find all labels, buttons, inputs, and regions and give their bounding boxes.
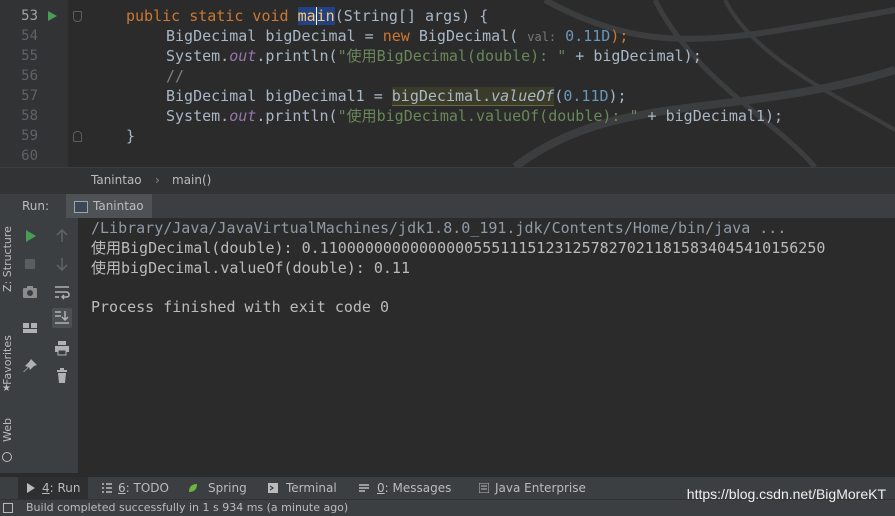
breadcrumb-method[interactable]: main() [172, 173, 211, 187]
code-line: public static void main(String[] args) { [126, 7, 489, 25]
layout-icon [23, 323, 37, 333]
previous-occurrence-button[interactable] [52, 226, 72, 246]
run-toolbar-primary [14, 218, 47, 473]
console-line: 使用bigDecimal.valueOf(double): 0.11 [91, 259, 410, 277]
run-toolbar-secondary [47, 218, 79, 473]
spring-tool-tab[interactable]: Spring [180, 477, 250, 500]
run-icon [27, 483, 35, 493]
arrow-up-icon [56, 228, 68, 242]
todo-tool-tab[interactable]: 6: TODO [96, 477, 176, 500]
camera-icon [23, 286, 37, 298]
globe-icon [2, 452, 12, 462]
run-panel-header: Run: Tanintao [0, 193, 895, 220]
line-number: 57 [21, 88, 38, 104]
trash-icon [57, 368, 67, 383]
scroll-to-end-icon [55, 311, 69, 324]
run-panel-label: Run: [22, 199, 50, 213]
restore-layout-button[interactable] [20, 318, 40, 338]
code-line: } [126, 127, 136, 145]
run-config-tab-label: Tanintao [93, 199, 144, 213]
line-number: 56 [21, 68, 38, 84]
code-line: BigDecimal bigDecimal1 = bigDecimal.valu… [166, 87, 627, 106]
fold-marker-icon[interactable] [73, 11, 82, 22]
java-enterprise-icon [479, 483, 489, 493]
line-number: 59 [21, 128, 38, 144]
messages-tool-tab[interactable]: 0: Messages [354, 477, 458, 500]
breadcrumb: Tanintao › main() [0, 167, 895, 194]
spring-leaf-icon [189, 484, 197, 492]
soft-wrap-button[interactable] [52, 282, 72, 302]
line-number: 53 [21, 8, 38, 24]
line-number: 58 [21, 108, 38, 124]
stop-button[interactable] [20, 254, 40, 274]
screenshot-button[interactable] [20, 282, 40, 302]
console-line: Process finished with exit code 0 [91, 298, 390, 316]
console-line: 使用BigDecimal(double): 0.1100000000000000… [91, 239, 826, 257]
console-line: /Library/Java/JavaVirtualMachines/jdk1.8… [91, 219, 787, 237]
java-enterprise-tool-tab[interactable]: Java Enterprise [472, 477, 592, 500]
breadcrumb-class[interactable]: Tanintao [91, 173, 142, 187]
code-line: // [166, 67, 185, 85]
soft-wrap-icon [55, 286, 70, 300]
messages-icon [359, 484, 369, 492]
web-tool-button[interactable]: Web [1, 382, 15, 478]
watermark: https://blog.csdn.net/BigMoreKT [686, 486, 886, 502]
terminal-icon [268, 483, 278, 493]
line-number: 55 [21, 48, 38, 64]
highlighted-usage: bigDecimal.valueOf [391, 87, 555, 106]
structure-tool-button[interactable]: Z: Structure [1, 211, 15, 307]
print-button[interactable] [52, 338, 72, 358]
run-tool-tab[interactable]: 4: Run [18, 477, 88, 500]
rerun-button[interactable] [20, 226, 40, 246]
gutter-run-icon[interactable] [48, 11, 57, 21]
scroll-to-end-button[interactable] [52, 308, 72, 328]
console-icon [74, 201, 88, 213]
print-icon [55, 341, 69, 356]
run-config-tab[interactable]: Tanintao [66, 194, 152, 219]
next-occurrence-button[interactable] [52, 254, 72, 274]
status-message: Build completed successfully in 1 s 934 … [26, 501, 349, 514]
pin-tab-button[interactable] [20, 356, 40, 376]
method-name: main [297, 7, 335, 25]
arrow-down-icon [56, 258, 68, 272]
console-output[interactable]: /Library/Java/JavaVirtualMachines/jdk1.8… [79, 218, 895, 473]
clear-all-button[interactable] [52, 366, 72, 386]
list-icon [102, 483, 112, 493]
code-line: System.out.println("使用bigDecimal.valueOf… [166, 107, 784, 125]
code-editor[interactable]: 53 54 55 56 57 58 59 60 public static vo… [0, 0, 895, 167]
toggle-tool-windows-icon[interactable] [3, 503, 13, 513]
breadcrumb-separator: › [155, 173, 160, 187]
run-icon [26, 230, 36, 242]
code-line: System.out.println("使用BigDecimal(double)… [166, 47, 702, 65]
editor-gutter: 53 54 55 56 57 58 59 60 [0, 0, 68, 167]
code-line: BigDecimal bigDecimal = new BigDecimal( … [166, 27, 629, 45]
pin-icon [23, 359, 37, 372]
left-tool-stripe: Z: Structure Favorites ★ Web [0, 218, 14, 473]
stop-icon [25, 259, 35, 269]
line-number: 60 [21, 148, 38, 164]
terminal-tool-tab[interactable]: Terminal [262, 477, 342, 500]
fold-marker-icon[interactable] [73, 131, 82, 142]
line-number: 54 [21, 28, 38, 44]
parameter-hint: val: [527, 30, 557, 44]
